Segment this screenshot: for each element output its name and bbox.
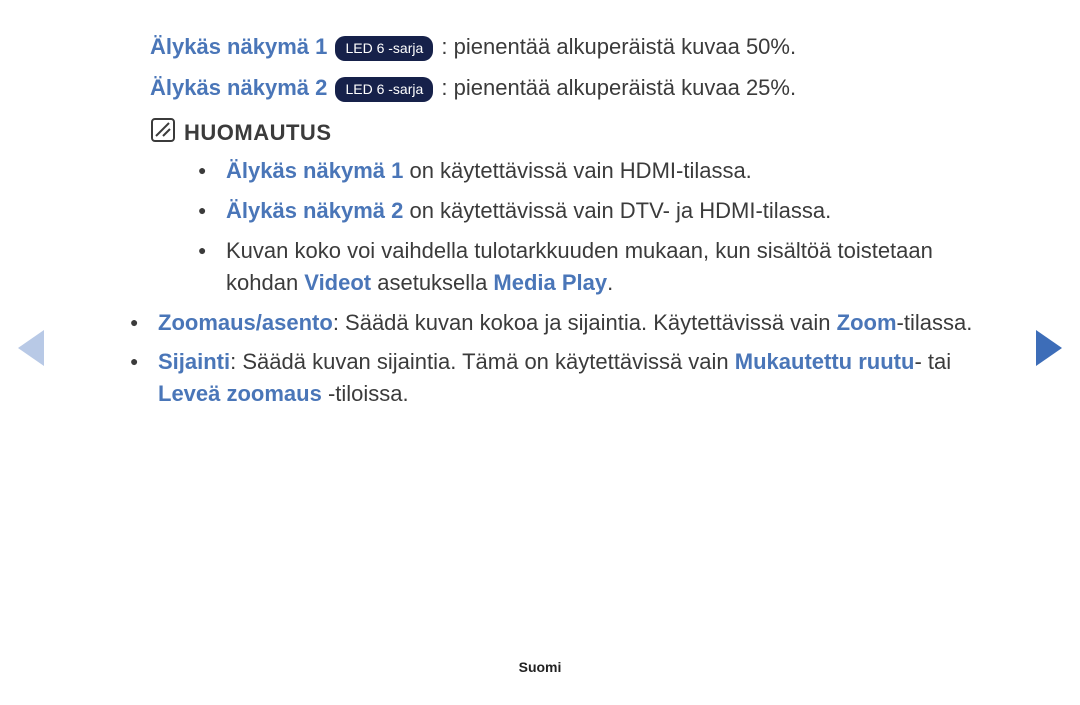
smartview2-label: Älykäs näkymä 2 bbox=[150, 75, 327, 100]
note-header: HUOMAUTUS bbox=[150, 118, 1000, 147]
note-item-1: Älykäs näkymä 1 on käytettävissä vain HD… bbox=[198, 155, 1000, 187]
zoom-label: Zoomaus/asento bbox=[158, 310, 333, 335]
note-title: HUOMAUTUS bbox=[184, 120, 332, 146]
led6-badge: LED 6 -sarja bbox=[335, 36, 433, 61]
note1-label: Älykäs näkymä 1 bbox=[226, 158, 403, 183]
zoom-post: -tilassa. bbox=[897, 310, 973, 335]
smartview2-desc: : pienentää alkuperäistä kuvaa 25%. bbox=[441, 75, 796, 100]
nav-next-arrow[interactable] bbox=[1036, 330, 1062, 366]
zoom-item: Zoomaus/asento: Säädä kuvan kokoa ja sij… bbox=[130, 307, 1000, 339]
note2-label: Älykäs näkymä 2 bbox=[226, 198, 403, 223]
smartview1-desc: : pienentää alkuperäistä kuvaa 50%. bbox=[441, 34, 796, 59]
led6-badge: LED 6 -sarja bbox=[335, 77, 433, 102]
outer-list: Zoomaus/asento: Säädä kuvan kokoa ja sij… bbox=[130, 307, 1000, 411]
note-item-2: Älykäs näkymä 2 on käytettävissä vain DT… bbox=[198, 195, 1000, 227]
note-item-3: Kuvan koko voi vaihdella tulotarkkuuden … bbox=[198, 235, 1000, 299]
note1-rest: on käytettävissä vain HDMI-tilassa. bbox=[403, 158, 751, 183]
nav-prev-arrow[interactable] bbox=[18, 330, 44, 366]
page-content: Älykäs näkymä 1 LED 6 -sarja : pienentää… bbox=[0, 0, 1080, 410]
position-h1: Mukautettu ruutu bbox=[735, 349, 915, 374]
position-post: -tiloissa. bbox=[322, 381, 409, 406]
smartview1-label: Älykäs näkymä 1 bbox=[150, 34, 327, 59]
position-mid: : Säädä kuvan sijaintia. Tämä on käytett… bbox=[230, 349, 735, 374]
smartview1-line: Älykäs näkymä 1 LED 6 -sarja : pienentää… bbox=[150, 30, 1000, 63]
position-item: Sijainti: Säädä kuvan sijaintia. Tämä on… bbox=[130, 346, 1000, 410]
zoom-mid: : Säädä kuvan kokoa ja sijaintia. Käytet… bbox=[333, 310, 837, 335]
position-label: Sijainti bbox=[158, 349, 230, 374]
note-list: Älykäs näkymä 1 on käytettävissä vain HD… bbox=[198, 155, 1000, 299]
note3-post: . bbox=[607, 270, 613, 295]
zoom-h: Zoom bbox=[837, 310, 897, 335]
note3-mid: asetuksella bbox=[371, 270, 493, 295]
note3-h2: Media Play bbox=[493, 270, 607, 295]
note3-h1: Videot bbox=[304, 270, 371, 295]
footer-language: Suomi bbox=[0, 659, 1080, 675]
position-h2: Leveä zoomaus bbox=[158, 381, 322, 406]
note-icon bbox=[150, 118, 176, 147]
note2-rest: on käytettävissä vain DTV- ja HDMI-tilas… bbox=[403, 198, 831, 223]
smartview2-line: Älykäs näkymä 2 LED 6 -sarja : pienentää… bbox=[150, 71, 1000, 104]
position-mid2: - tai bbox=[914, 349, 951, 374]
